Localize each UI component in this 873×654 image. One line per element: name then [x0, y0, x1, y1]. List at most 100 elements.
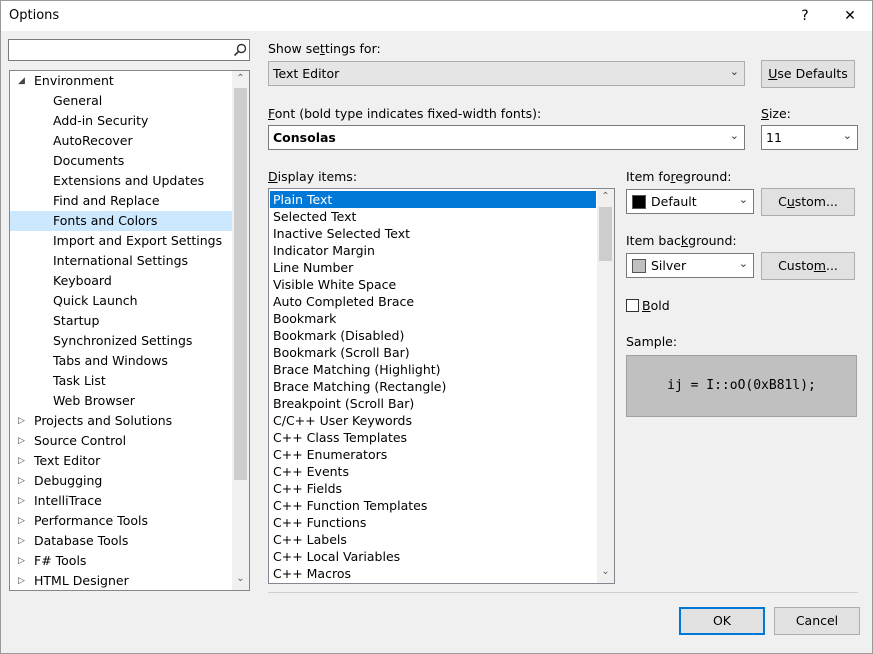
tree-item-label: AutoRecover	[53, 133, 133, 148]
collapsed-arrow-icon[interactable]: ▷	[18, 431, 25, 451]
font-label: Font (bold type indicates fixed-width fo…	[268, 106, 542, 121]
tree-item[interactable]: Extensions and Updates	[10, 171, 232, 191]
size-value: 11	[766, 130, 782, 145]
item-background-dropdown[interactable]: Silver ⌄	[626, 253, 754, 278]
tree-item-label: International Settings	[53, 253, 189, 268]
search-input[interactable]	[11, 42, 230, 60]
scroll-up-icon[interactable]: ⌃	[232, 73, 249, 84]
close-button[interactable]: ✕	[837, 5, 863, 27]
sample-preview: ij = I::oO(0xB81l);	[626, 355, 857, 417]
list-item[interactable]: Bookmark	[270, 310, 596, 327]
tree-item[interactable]: ▷ Source Control	[10, 431, 232, 451]
tree-item-label: General	[53, 93, 103, 108]
collapsed-arrow-icon[interactable]: ▷	[18, 531, 25, 551]
tree-item[interactable]: Synchronized Settings	[10, 331, 232, 351]
search-box[interactable]	[8, 39, 250, 61]
list-item[interactable]: C++ Fields	[270, 480, 596, 497]
search-icon[interactable]	[233, 43, 247, 57]
list-item[interactable]: C++ Local Variables	[270, 548, 596, 565]
tree-item[interactable]: Quick Launch	[10, 291, 232, 311]
tree-item[interactable]: ▷ Projects and Solutions	[10, 411, 232, 431]
foreground-custom-button[interactable]: Custom...	[761, 188, 855, 216]
tree-item[interactable]: Add-in Security	[10, 111, 232, 131]
tree-item[interactable]: ▷ HTML Designer	[10, 571, 232, 590]
scroll-down-icon[interactable]: ⌄	[597, 566, 614, 577]
tree-item[interactable]: Tabs and Windows	[10, 351, 232, 371]
list-item[interactable]: Indicator Margin	[270, 242, 596, 259]
display-items-list[interactable]: ⌃ ⌄ Plain Text Selected Text Inactive Sele…	[268, 188, 615, 584]
list-item[interactable]: Brace Matching (Rectangle)	[270, 378, 596, 395]
tree-item[interactable]: Task List	[10, 371, 232, 391]
collapsed-arrow-icon[interactable]: ▷	[18, 491, 25, 511]
tree-item[interactable]: General	[10, 91, 232, 111]
list-item[interactable]: Plain Text	[270, 191, 596, 208]
use-defaults-button[interactable]: Use Defaults	[761, 60, 855, 88]
list-item[interactable]: C++ Functions	[270, 514, 596, 531]
tree-scrollbar[interactable]: ⌃ ⌄	[232, 71, 249, 590]
tree-item[interactable]: AutoRecover	[10, 131, 232, 151]
collapsed-arrow-icon[interactable]: ▷	[18, 451, 25, 471]
tree-item[interactable]: Startup	[10, 311, 232, 331]
tree-item[interactable]: Find and Replace	[10, 191, 232, 211]
item-foreground-label: Item foreground:	[626, 169, 732, 184]
list-item[interactable]: C/C++ User Keywords	[270, 412, 596, 429]
list-item[interactable]: C++ Events	[270, 463, 596, 480]
tree-item-label: Quick Launch	[53, 293, 138, 308]
tree-item[interactable]: International Settings	[10, 251, 232, 271]
display-items-scrollbar[interactable]: ⌃ ⌄	[597, 189, 614, 583]
list-item[interactable]: Bookmark (Scroll Bar)	[270, 344, 596, 361]
tree-item-label: Synchronized Settings	[53, 333, 193, 348]
tree-scroll-thumb[interactable]	[234, 88, 247, 480]
list-item[interactable]: Line Number	[270, 259, 596, 276]
show-settings-for-dropdown[interactable]: Text Editor ⌄	[268, 61, 745, 86]
tree-item[interactable]: ▷ Text Editor	[10, 451, 232, 471]
show-settings-for-label: Show settings for:	[268, 41, 381, 56]
list-item[interactable]: C++ Class Templates	[270, 429, 596, 446]
display-items-scroll-thumb[interactable]	[599, 207, 612, 261]
bold-checkbox[interactable]	[626, 299, 639, 312]
tree-item[interactable]: Keyboard	[10, 271, 232, 291]
list-item[interactable]: Inactive Selected Text	[270, 225, 596, 242]
tree-item[interactable]: ▷ Performance Tools	[10, 511, 232, 531]
list-item[interactable]: C++ Enumerators	[270, 446, 596, 463]
cancel-button[interactable]: Cancel	[774, 607, 860, 635]
scroll-down-icon[interactable]: ⌄	[232, 573, 249, 584]
list-item[interactable]: Brace Matching (Highlight)	[270, 361, 596, 378]
collapsed-arrow-icon[interactable]: ▷	[18, 511, 25, 531]
font-value: Consolas	[273, 130, 336, 145]
list-item[interactable]: C++ Function Templates	[270, 497, 596, 514]
expanded-arrow-icon[interactable]: ◢	[18, 71, 25, 91]
list-item[interactable]: Visible White Space	[270, 276, 596, 293]
collapsed-arrow-icon[interactable]: ▷	[18, 411, 25, 431]
collapsed-arrow-icon[interactable]: ▷	[18, 571, 25, 590]
tree-item[interactable]: Fonts and Colors	[10, 211, 232, 231]
bold-label[interactable]: Bold	[642, 298, 670, 313]
options-tree[interactable]: ⌃ ⌄ ◢ Environment General Add-in Security Au…	[9, 70, 250, 591]
tree-item-label: Startup	[53, 313, 100, 328]
item-background-value: Silver	[651, 258, 687, 273]
list-item[interactable]: Bookmark (Disabled)	[270, 327, 596, 344]
tree-item-label: Fonts and Colors	[53, 213, 158, 228]
tree-item[interactable]: Web Browser	[10, 391, 232, 411]
help-button[interactable]: ?	[792, 5, 818, 27]
background-custom-button[interactable]: Custom...	[761, 252, 855, 280]
list-item[interactable]: Selected Text	[270, 208, 596, 225]
tree-item[interactable]: ▷ Database Tools	[10, 531, 232, 551]
tree-item[interactable]: ▷ IntelliTrace	[10, 491, 232, 511]
list-item[interactable]: C++ Macros	[270, 565, 596, 582]
tree-item[interactable]: Documents	[10, 151, 232, 171]
list-item[interactable]: Breakpoint (Scroll Bar)	[270, 395, 596, 412]
collapsed-arrow-icon[interactable]: ▷	[18, 551, 25, 571]
font-dropdown[interactable]: Consolas ⌄	[268, 125, 745, 150]
list-item[interactable]: C++ Labels	[270, 531, 596, 548]
list-item[interactable]: Auto Completed Brace	[270, 293, 596, 310]
tree-item[interactable]: ◢ Environment	[10, 71, 232, 91]
tree-item[interactable]: Import and Export Settings	[10, 231, 232, 251]
scroll-up-icon[interactable]: ⌃	[597, 191, 614, 202]
tree-item[interactable]: ▷ F# Tools	[10, 551, 232, 571]
collapsed-arrow-icon[interactable]: ▷	[18, 471, 25, 491]
item-foreground-dropdown[interactable]: Default ⌄	[626, 189, 754, 214]
ok-button[interactable]: OK	[679, 607, 765, 635]
tree-item[interactable]: ▷ Debugging	[10, 471, 232, 491]
size-dropdown[interactable]: 11 ⌄	[761, 125, 858, 150]
